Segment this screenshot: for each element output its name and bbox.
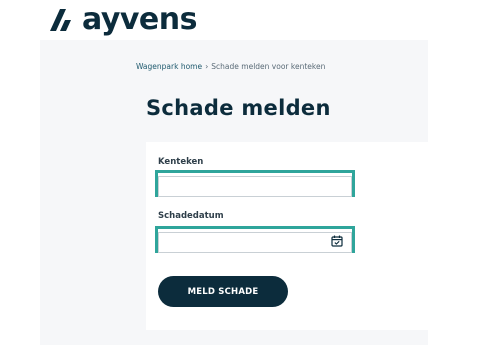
breadcrumb: Wagenpark home › Schade melden voor kent… (136, 62, 325, 71)
content-panel: Wagenpark home › Schade melden voor kent… (40, 40, 428, 345)
schadedatum-field-wrapper (155, 226, 355, 253)
breadcrumb-home-link[interactable]: Wagenpark home (136, 62, 202, 71)
breadcrumb-current: Schade melden voor kenteken (211, 62, 326, 71)
calendar-icon[interactable] (331, 235, 343, 247)
kenteken-input[interactable] (158, 175, 352, 197)
page-title: Schade melden (146, 96, 331, 120)
schadedatum-input[interactable] (158, 231, 352, 253)
ayvens-logo-icon (50, 9, 71, 31)
schadedatum-label: Schadedatum (158, 211, 224, 221)
brand-logo[interactable]: ayvens (50, 2, 198, 38)
kenteken-field-wrapper (155, 170, 355, 197)
brand-name: ayvens (82, 2, 198, 37)
breadcrumb-separator-icon: › (205, 62, 209, 71)
damage-report-form: Kenteken Schadedatum MELD SCHADE (146, 142, 428, 330)
meld-schade-button[interactable]: MELD SCHADE (158, 276, 288, 307)
kenteken-label: Kenteken (158, 157, 204, 167)
